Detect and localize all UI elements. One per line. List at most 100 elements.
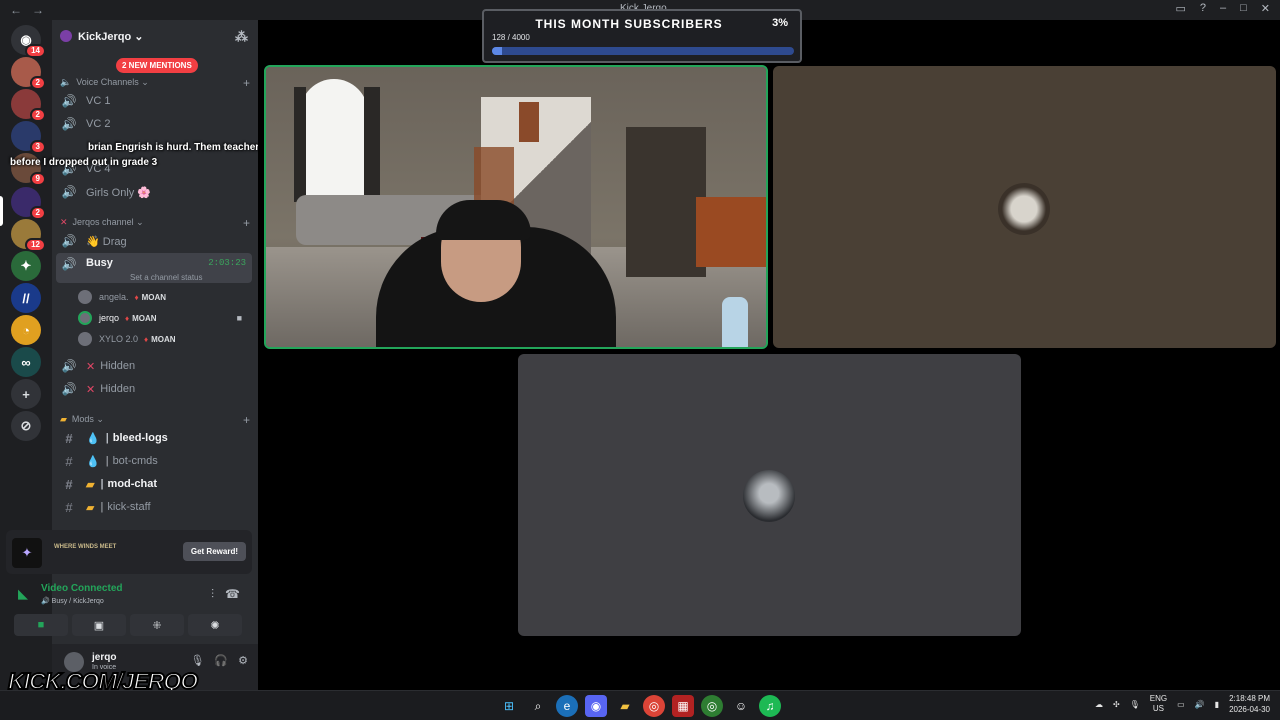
edge-icon[interactable]: e — [556, 695, 578, 717]
back-icon[interactable]: ← — [10, 3, 22, 17]
curtain — [364, 87, 380, 202]
channel-bot-cmds[interactable]: # 💧 | bot-cmds — [56, 450, 252, 472]
server-icon-2[interactable]: 2 — [11, 89, 46, 122]
add-channel-icon[interactable]: + — [243, 76, 250, 90]
voice-user[interactable]: angela. MOAN — [78, 288, 250, 306]
get-reward-button[interactable]: Get Reward! — [182, 542, 246, 561]
volume-icon[interactable]: 🔊 — [1195, 700, 1205, 709]
channel-status-hint[interactable]: Set a channel status — [130, 273, 203, 282]
activities-button[interactable]: ⁜ — [130, 614, 184, 636]
microphone-icon[interactable]: 🎙 — [1130, 700, 1140, 709]
voice-user-tag: MOAN — [135, 293, 166, 302]
discord-icon[interactable]: ◉ — [585, 695, 607, 717]
add-server-icon[interactable]: + — [11, 379, 41, 409]
search-icon[interactable]: ⌕ — [527, 695, 549, 717]
channel-vc2[interactable]: 🔊 VC 2 — [56, 113, 252, 135]
display-icon[interactable]: ▭ — [1177, 700, 1185, 709]
add-channel-icon[interactable]: + — [243, 413, 250, 427]
noise-suppression-icon[interactable]: ⫶ — [211, 587, 214, 602]
clock-date: 2026-04-30 — [1229, 705, 1270, 714]
server-icon-8[interactable]: // — [11, 283, 41, 313]
voice-user[interactable]: jerqo MOAN ■ — [78, 309, 250, 327]
voice-location[interactable]: Busy / KickJerqo — [41, 597, 104, 605]
speaker-icon: 🔊 — [61, 359, 77, 373]
channel-vc1[interactable]: 🔊 VC 1 — [56, 90, 252, 112]
new-mentions-badge[interactable]: 2 NEW MENTIONS — [116, 58, 198, 73]
x-icon: ✕ — [86, 383, 96, 396]
channel-label: mod-chat — [107, 478, 158, 490]
hash-icon: # — [65, 499, 73, 515]
voice-connection-panel: ◣ Video Connected Busy / KickJerqo ⫶ ☎ ■… — [6, 578, 252, 640]
video-tile-jerqo[interactable] — [264, 65, 768, 349]
category-label: Voice Channels ⌄ — [76, 77, 149, 87]
channel-mod-chat[interactable]: # ▰ | mod-chat — [56, 473, 252, 495]
headphones-icon[interactable]: 🎧 — [214, 654, 228, 667]
voice-user-tag: MOAN — [144, 335, 175, 344]
streamer-app-icon[interactable]: ▦ — [672, 695, 694, 717]
maximize-icon[interactable]: □ — [1240, 2, 1247, 15]
add-channel-icon[interactable]: + — [243, 216, 250, 230]
category-mods[interactable]: ▰ Mods ⌄ + — [60, 413, 250, 427]
server-header[interactable]: KickJerqo ⌄ ⁂ — [52, 20, 258, 52]
server-icon-1[interactable]: 2 — [11, 57, 46, 90]
channel-bleed-logs[interactable]: # 💧 | bleed-logs — [56, 427, 252, 449]
goal-progress-track — [492, 47, 794, 55]
server-icon-7[interactable]: ✦ — [11, 251, 41, 281]
video-tile-user-2[interactable] — [773, 66, 1276, 348]
folder-icon: ▰ — [86, 501, 95, 514]
discover-icon[interactable]: ⊘ — [11, 411, 41, 441]
camera-button[interactable]: ■ — [14, 614, 68, 636]
help-icon[interactable]: ? — [1200, 2, 1206, 15]
onedrive-icon[interactable]: ☁ — [1095, 700, 1103, 709]
server-badge: 2 — [29, 76, 46, 90]
avatar — [743, 470, 795, 522]
channel-drag[interactable]: 🔊 👋 Drag — [56, 230, 252, 252]
system-clock[interactable]: 2:18:48 PM 2026-04-30 — [1229, 693, 1270, 715]
microphone-icon[interactable]: 🎙 — [190, 654, 204, 667]
dm-badge: 14 — [25, 44, 46, 58]
soundboard-icon: ✺ — [210, 619, 220, 632]
language-indicator[interactable]: ENG US — [1150, 694, 1167, 714]
goal-progress-fill — [492, 47, 502, 55]
server-icon-kickjerqo[interactable]: 2 — [11, 187, 46, 220]
channel-girls-only[interactable]: 🔊 Girls Only 🌸 — [56, 181, 252, 203]
channel-kick-staff[interactable]: # ▰ | kick-staff — [56, 496, 252, 518]
file-explorer-icon[interactable]: ▰ — [614, 695, 636, 717]
settings-gear-icon[interactable]: ⚙ — [238, 654, 248, 667]
avatar — [78, 290, 92, 304]
quest-icon: ✦ — [12, 538, 42, 568]
channel-label: VC 1 — [86, 95, 111, 107]
soundboard-button[interactable]: ✺ — [188, 614, 242, 636]
channel-hidden-2[interactable]: 🔊 ✕ Hidden — [56, 378, 252, 400]
channel-label: Hidden — [100, 360, 136, 372]
channel-label: bot-cmds — [112, 455, 158, 467]
battery-icon[interactable]: ▮ — [1215, 700, 1219, 709]
chrome-profile-icon[interactable]: ◎ — [701, 695, 723, 717]
voice-timer: 2:03:23 — [208, 258, 246, 268]
chrome-icon[interactable]: ◎ — [643, 695, 665, 717]
server-icon-9[interactable]: ◔ — [11, 315, 41, 345]
voice-user[interactable]: XYLO 2.0 MOAN — [78, 330, 250, 348]
category-voice-channels[interactable]: 🔈 Voice Channels ⌄ + — [60, 76, 250, 90]
spotify-icon[interactable]: ♫ — [759, 695, 781, 717]
direct-messages-icon[interactable]: ◉ 14 — [11, 25, 46, 58]
curtain — [294, 87, 306, 202]
minimize-icon[interactable]: – — [1220, 2, 1226, 15]
disconnect-icon[interactable]: ☎ — [225, 587, 240, 601]
folder-icon: ▰ — [86, 478, 95, 491]
start-icon[interactable]: ⊞ — [498, 695, 520, 717]
server-badge: 9 — [29, 172, 46, 186]
tray-app-icon[interactable]: ✣ — [1113, 700, 1120, 709]
screen-share-button[interactable]: ▣ — [72, 614, 126, 636]
channel-hidden-1[interactable]: 🔊 ✕ Hidden — [56, 355, 252, 377]
video-tile-user-3[interactable] — [518, 354, 1021, 636]
inbox-icon[interactable]: ▭ — [1175, 2, 1185, 15]
server-icon-10[interactable]: ∞ — [11, 347, 41, 377]
app-icon[interactable]: ☺ — [730, 695, 752, 717]
forward-icon[interactable]: → — [32, 3, 44, 17]
server-icon-6[interactable]: 12 — [11, 219, 46, 252]
close-icon[interactable]: ✕ — [1261, 2, 1270, 15]
category-jerqos-channel[interactable]: ✕ Jerqos channel ⌄ + — [60, 216, 250, 230]
signal-icon[interactable]: ◣ — [18, 586, 28, 602]
invite-icon[interactable]: ⁂ — [235, 29, 248, 45]
